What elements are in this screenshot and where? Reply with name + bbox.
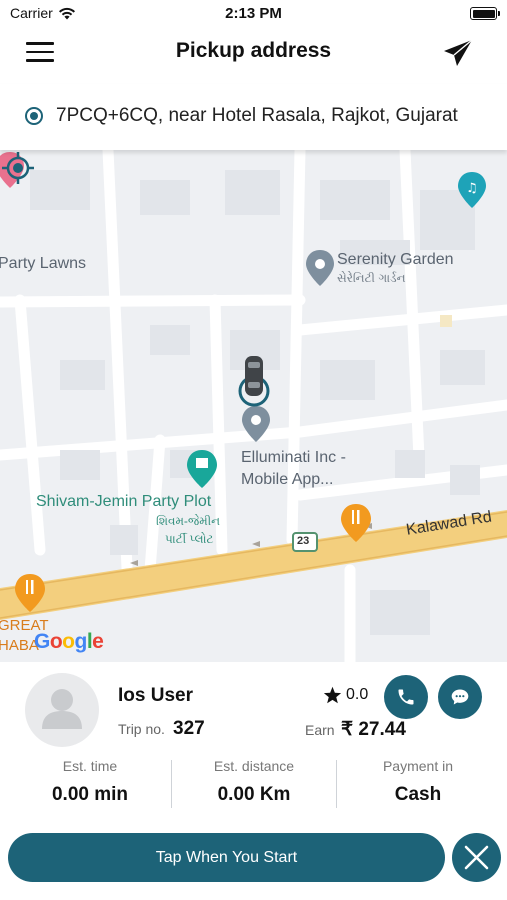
route-number-label: 23	[297, 535, 310, 547]
phone-icon	[398, 689, 414, 705]
trip-panel: Ios User Trip no. 327 0.0 Earn ₹ 27.44 E…	[0, 662, 507, 900]
divider	[336, 760, 337, 808]
stat-label: Payment in	[382, 758, 454, 774]
paper-plane-icon[interactable]	[443, 39, 473, 67]
stat-value: Cash	[394, 784, 442, 805]
driver-name: Ios User	[118, 685, 193, 706]
stat-est-distance: Est. distance 0.00 Km	[174, 758, 334, 806]
stat-label: Est. distance	[213, 758, 295, 774]
map-label-elluminati-2: Mobile App...	[241, 471, 334, 488]
avatar	[25, 673, 99, 747]
star-icon	[323, 686, 342, 704]
pickup-address-text: 7PCQ+6CQ, near Hotel Rasala, Rajkot, Guj…	[56, 105, 458, 126]
cancel-trip-button[interactable]	[452, 833, 501, 882]
trip-number-value: 327	[173, 718, 205, 739]
header: Pickup address	[0, 28, 507, 78]
location-dot-icon	[25, 107, 43, 125]
map-label-serenity-garden: Serenity Garden	[337, 251, 454, 268]
chat-bubble-icon	[451, 689, 469, 705]
status-time: 2:13 PM	[225, 5, 282, 22]
map-label-party-lawns: Party Lawns	[0, 255, 87, 272]
chat-button[interactable]	[438, 675, 482, 719]
earn-label: Earn	[305, 722, 335, 738]
battery-full-icon	[470, 7, 500, 20]
map-label-shivam-jemin: Shivam-Jemin Party Plot	[36, 493, 212, 510]
stat-value: 0.00 min	[51, 784, 129, 805]
map-label-serenity-garden-gujarati: સેરેનિટી ગાર્ડન	[337, 271, 406, 285]
stat-value: 0.00 Km	[217, 784, 291, 805]
rating-value: 0.0	[346, 686, 369, 703]
trip-screen: Carrier 2:13 PM Pickup address 7PCQ+6CQ,…	[0, 0, 507, 900]
page-title: Pickup address	[175, 39, 332, 62]
map-label-shivam-gujarati-2: પાર્ટી પ્લોટ	[165, 532, 214, 546]
close-icon	[464, 845, 489, 870]
map-label-shivam-gujarati: શિવમ-જેમીન	[156, 514, 221, 528]
map-view[interactable]: ♫ Party Lawns Serenity Garden સેરેનિટી ગ…	[0, 150, 507, 662]
call-button[interactable]	[384, 675, 428, 719]
google-logo: Google	[34, 630, 104, 653]
start-trip-button[interactable]: Tap When You Start	[8, 833, 445, 882]
svg-text:♫: ♫	[466, 181, 478, 196]
earn-value: ₹ 27.44	[341, 719, 406, 740]
map-label-elluminati: Elluminati Inc -	[241, 449, 346, 466]
pickup-address-bar[interactable]: 7PCQ+6CQ, near Hotel Rasala, Rajkot, Guj…	[0, 84, 507, 150]
stat-label: Est. time	[62, 758, 118, 774]
stat-est-time: Est. time 0.00 min	[10, 758, 170, 806]
my-location-button[interactable]	[0, 150, 36, 186]
map-canvas: ♫	[0, 150, 507, 662]
status-bar: Carrier 2:13 PM	[0, 0, 507, 28]
rating: 0.0	[323, 686, 368, 704]
trip-stats: Est. time 0.00 min Est. distance 0.00 Km…	[0, 758, 507, 814]
divider	[171, 760, 172, 808]
stat-payment: Payment in Cash	[338, 758, 498, 806]
user-silhouette-icon	[42, 689, 82, 729]
trip-number-label: Trip no.	[118, 721, 165, 737]
